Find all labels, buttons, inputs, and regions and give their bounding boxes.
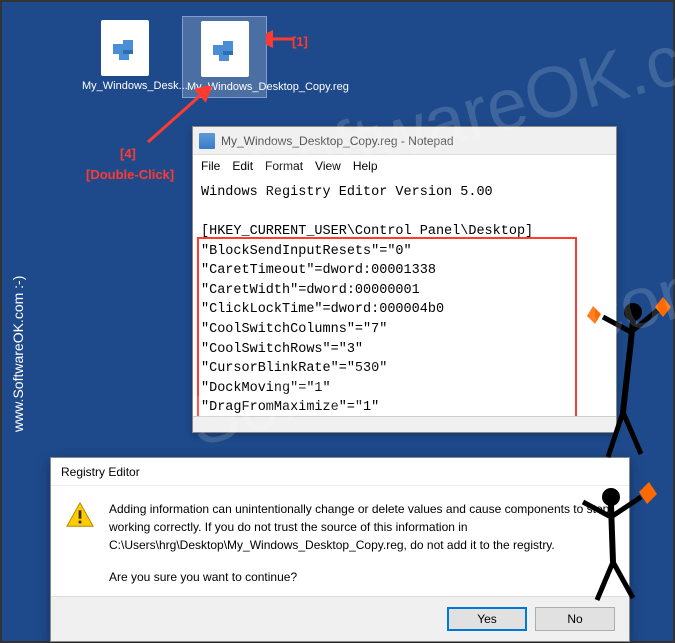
dialog-message: Adding information can unintentionally c… — [109, 500, 615, 554]
dialog-title: Registry Editor — [61, 465, 140, 479]
notepad-window[interactable]: My_Windows_Desktop_Copy.reg - Notepad Fi… — [192, 126, 617, 433]
dialog-footer: Yes No — [51, 596, 629, 641]
notepad-title: My_Windows_Desktop_Copy.reg - Notepad — [221, 134, 454, 148]
menu-view[interactable]: View — [315, 159, 341, 173]
menu-file[interactable]: File — [201, 159, 220, 173]
dialog-titlebar[interactable]: Registry Editor — [51, 458, 629, 486]
reg-file-icon-1[interactable]: My_Windows_Desk... — [82, 20, 167, 92]
dialog-question: Are you sure you want to continue? — [109, 568, 615, 586]
callout-doubleclick: [Double-Click] — [86, 167, 174, 182]
arrow-to-icon — [266, 30, 296, 48]
callout-4: [4] — [120, 146, 136, 161]
notepad-content-area[interactable]: Windows Registry Editor Version 5.00 [HK… — [193, 177, 616, 432]
yes-button[interactable]: Yes — [447, 607, 527, 631]
no-button[interactable]: No — [535, 607, 615, 631]
notepad-titlebar[interactable]: My_Windows_Desktop_Copy.reg - Notepad — [193, 127, 616, 155]
reg-file-glyph — [101, 20, 149, 76]
notepad-icon — [199, 133, 215, 149]
reg-file-glyph — [201, 21, 249, 77]
dialog-body: Adding information can unintentionally c… — [51, 486, 629, 596]
highlight-box — [197, 237, 577, 422]
menu-help[interactable]: Help — [353, 159, 378, 173]
menu-format[interactable]: Format — [265, 159, 303, 173]
notepad-menubar: File Edit Format View Help — [193, 155, 616, 177]
registry-editor-dialog: Registry Editor Adding information can u… — [50, 457, 630, 642]
site-credit: www.SoftwareOK.com :-) — [10, 276, 26, 432]
menu-edit[interactable]: Edit — [232, 159, 253, 173]
horizontal-scrollbar[interactable] — [193, 416, 616, 432]
warning-icon — [65, 500, 95, 530]
